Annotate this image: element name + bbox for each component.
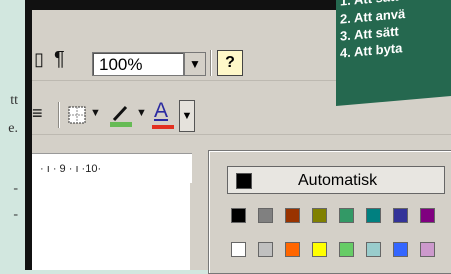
color-swatch[interactable]	[285, 242, 300, 257]
borders-dropdown-arrow-icon[interactable]: ▼	[90, 107, 101, 119]
color-swatch[interactable]	[339, 208, 354, 223]
color-swatch[interactable]	[258, 242, 273, 257]
color-swatch[interactable]	[393, 208, 408, 223]
align-justify-icon[interactable]: ≡	[32, 103, 43, 124]
font-color-icon[interactable]: A	[154, 99, 168, 123]
color-swatch[interactable]	[312, 242, 327, 257]
automatic-color-swatch	[236, 173, 252, 189]
toolbar-separator	[58, 102, 59, 128]
color-swatch[interactable]	[420, 242, 435, 257]
color-swatch[interactable]	[231, 242, 246, 257]
automatic-color-button[interactable]: Automatisk	[227, 166, 445, 194]
toolbar-separator	[210, 50, 211, 76]
side-text-line: -	[13, 207, 18, 222]
ruler: · ı · 9 · ı ·10·	[32, 153, 192, 183]
color-swatch[interactable]	[312, 208, 327, 223]
side-text-line: -	[13, 181, 18, 196]
color-swatch[interactable]	[231, 208, 246, 223]
font-color-dropdown-arrow-icon[interactable]: ▼	[179, 100, 195, 132]
color-swatch[interactable]	[393, 242, 408, 257]
automatic-color-label: Automatisk	[298, 172, 378, 189]
doc-icon[interactable]: ▯	[34, 49, 44, 70]
banner-item: 4. Att byta	[340, 40, 403, 61]
color-swatch[interactable]	[366, 242, 381, 257]
color-swatch[interactable]	[285, 208, 300, 223]
side-text-fragment: tt e. - -	[0, 0, 22, 270]
highlight-dropdown-arrow-icon[interactable]: ▼	[136, 107, 147, 119]
color-palette: Automatisk	[208, 150, 451, 274]
side-text-line: e.	[8, 121, 18, 136]
paragraph-icon[interactable]: ¶	[54, 48, 65, 71]
color-swatch[interactable]	[258, 208, 273, 223]
font-color-swatch	[152, 125, 174, 129]
document-page	[32, 183, 190, 270]
color-swatch[interactable]	[339, 242, 354, 257]
color-swatch[interactable]	[420, 208, 435, 223]
highlight-icon[interactable]	[108, 102, 134, 128]
help-button[interactable]: ?	[217, 50, 243, 76]
borders-icon[interactable]	[68, 106, 86, 124]
zoom-input[interactable]: 100%	[92, 52, 184, 76]
color-swatch[interactable]	[366, 208, 381, 223]
zoom-dropdown-arrow-icon[interactable]: ▼	[184, 52, 206, 76]
side-text-line: tt	[10, 93, 18, 108]
instruction-banner: 1. Att sätt 2. Att anvä 3. Att sätt 4. A…	[336, 0, 451, 106]
